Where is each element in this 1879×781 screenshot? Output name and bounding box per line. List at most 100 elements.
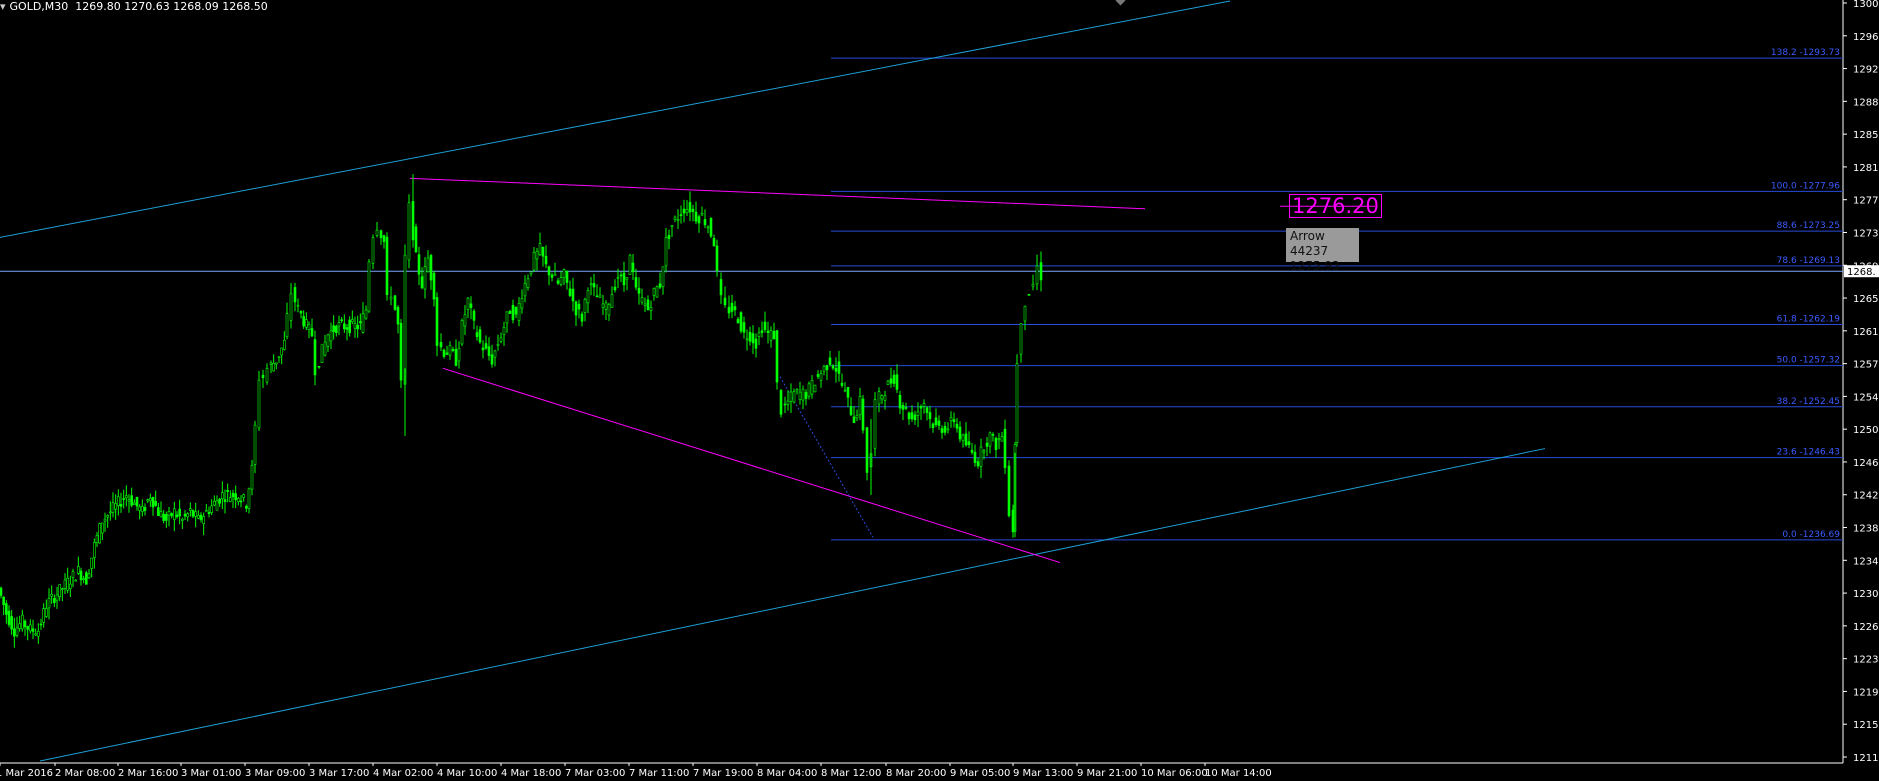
x-tick-label: 7 Mar 11:00 [629, 768, 689, 779]
y-tick-label: 1261. [1853, 327, 1879, 338]
candle-body [0, 587, 3, 596]
candle-body [39, 623, 43, 626]
candle-body [655, 286, 659, 298]
candle-body [1035, 265, 1039, 285]
candle-body [429, 255, 433, 281]
chevron-icon: ▾ [0, 0, 6, 13]
y-tick-label: 1273. [1853, 228, 1879, 239]
candle-body [403, 254, 407, 385]
candle-body [335, 325, 338, 333]
candle-body [469, 303, 473, 308]
candle-body [379, 230, 383, 239]
candle-body [442, 349, 446, 357]
candle-body [371, 237, 375, 264]
candle-body [26, 626, 29, 630]
price-chart[interactable]: 1211. 1215. 1219. 1223. 1226. 1230. 1234. 1238.… [0, 0, 1879, 781]
x-tick-label: 9 Mar 13:00 [1013, 768, 1073, 779]
candle-body [5, 603, 8, 615]
candle-body [955, 423, 959, 429]
candle-body [320, 344, 324, 363]
candle-body [1031, 283, 1035, 287]
candle-body [247, 488, 251, 509]
candle-body [852, 416, 856, 424]
candle-body [285, 313, 289, 338]
candle-body [296, 304, 300, 307]
y-tick-label: 1246. [1853, 458, 1879, 469]
candle-body [460, 320, 464, 345]
candle-body [949, 417, 953, 422]
price-arrow-label[interactable]: 1276.20 [1289, 194, 1382, 218]
candle-body [23, 620, 27, 628]
candle-body [122, 498, 125, 500]
candle-body [242, 494, 245, 498]
candle-body [47, 598, 51, 609]
candle-body [526, 278, 530, 288]
x-tick-label: 8 Mar 12:00 [821, 768, 881, 779]
channel-lower-line [39, 448, 1546, 762]
y-tick-label: 1257. [1853, 360, 1879, 371]
candle-body [694, 211, 698, 222]
candle-body [883, 395, 887, 401]
x-tick-label: 10 Mar 14:00 [1205, 768, 1272, 779]
candle-body [114, 503, 117, 510]
candle-body [577, 303, 581, 310]
candle-body [889, 378, 893, 384]
candle-body [21, 614, 24, 630]
candle-body [181, 518, 184, 521]
candle-body [178, 508, 181, 517]
candle-body [553, 273, 557, 276]
y-tick-label: 1223. [1853, 655, 1879, 666]
candle-body [50, 593, 53, 597]
candle-body [229, 497, 232, 502]
candle-body [748, 332, 752, 342]
candle-body [601, 303, 605, 308]
fib-level-label: 100.0 -1277.96 [1771, 181, 1840, 191]
candle-body [289, 293, 293, 321]
candle-body [101, 522, 104, 534]
candle-body [269, 362, 273, 365]
candle-body [719, 279, 723, 296]
candle-body [141, 506, 144, 513]
candle-body [146, 499, 149, 502]
candle-body [382, 235, 386, 242]
y-tick-label: 1226. [1853, 622, 1879, 633]
candle-body [165, 514, 168, 521]
candle-body [973, 451, 977, 463]
y-tick-label: 1288. [1853, 97, 1879, 108]
candle-body [7, 610, 11, 625]
candle-body [964, 433, 968, 446]
candle-body [226, 489, 229, 492]
candle-body [813, 384, 817, 393]
fib-level-label: 0.0 -1236.69 [1782, 530, 1840, 540]
candle-body [991, 434, 995, 436]
x-tick-label: 1 Mar 2016 [0, 768, 53, 779]
candle-body [329, 330, 333, 342]
candle-body [125, 495, 128, 499]
candle-body [547, 266, 551, 276]
y-tick-label: 1254. [1853, 392, 1879, 403]
candle-body [490, 354, 494, 365]
candle-body [133, 502, 136, 505]
candle-body [982, 450, 986, 453]
candle-body [18, 623, 21, 629]
candle-body [580, 313, 584, 322]
candle-body [210, 505, 213, 513]
candle-body [439, 341, 443, 348]
candle-body [895, 374, 899, 390]
candle-body [985, 442, 989, 447]
candle-body [162, 513, 165, 521]
candle-body [789, 391, 793, 402]
candle-body [481, 347, 485, 351]
tooltip-value: 1275.93 [1290, 259, 1340, 273]
candle-body [323, 341, 327, 356]
candle-body [730, 302, 734, 312]
candle-body [679, 214, 683, 216]
candle-body [961, 434, 965, 441]
candle-body [277, 356, 281, 358]
candle-body [293, 287, 297, 303]
candle-body [779, 390, 783, 415]
candle-body [736, 318, 740, 324]
candle-body [154, 500, 157, 506]
candle-body [348, 319, 351, 334]
candle-body [13, 628, 16, 637]
